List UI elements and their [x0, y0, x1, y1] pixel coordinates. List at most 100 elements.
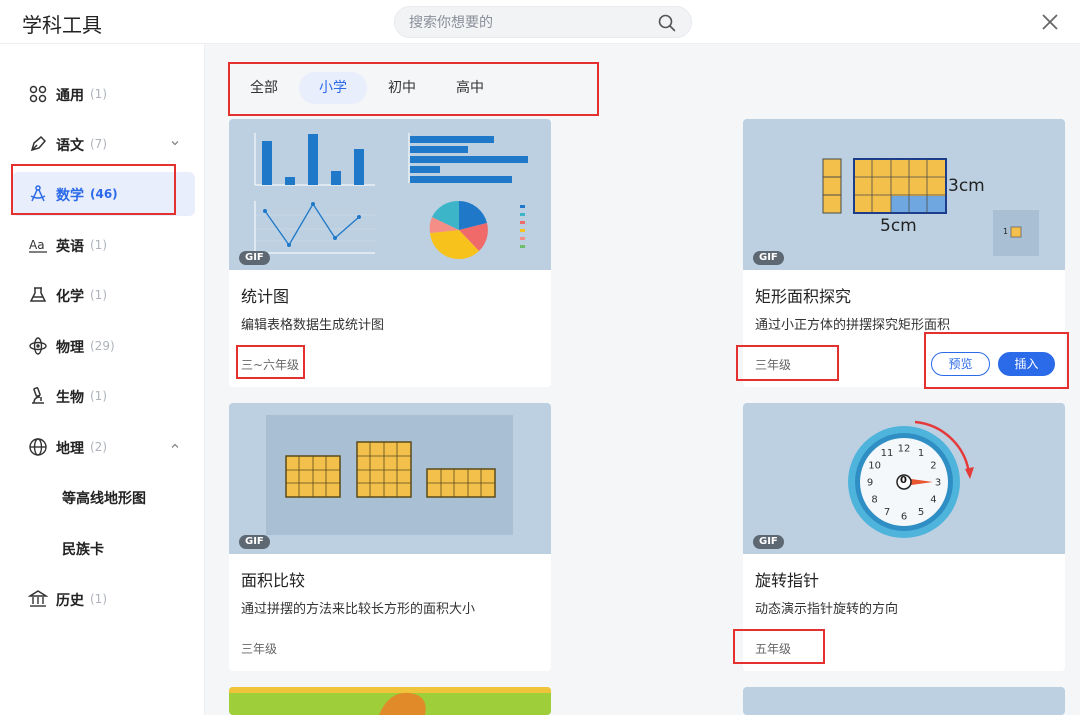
sidebar-item-label: 物理	[56, 340, 84, 356]
pen-icon	[30, 135, 47, 152]
card-description: 动态演示指针旋转的方向	[755, 602, 899, 617]
clock-numeral: 11	[881, 448, 894, 459]
clock-numeral: 8	[871, 495, 877, 506]
app-title: 学科工具	[22, 13, 102, 37]
tab-primary[interactable]: 小学	[299, 72, 367, 104]
rectangle-area-thumbnail	[822, 158, 1039, 256]
clock-numeral: 3	[935, 478, 941, 489]
card-title: 统计图	[241, 287, 290, 306]
grade-tabs: 全部 小学 初中 高中	[228, 62, 599, 116]
height-label: 3cm	[948, 176, 985, 196]
card-description: 通过小正方体的拼摆探究矩形面积	[755, 318, 951, 333]
sidebar-item-label: 英语	[56, 239, 84, 255]
sidebar-item-count: (29)	[90, 339, 115, 353]
sidebar-item-count: (1)	[90, 288, 107, 302]
top-bar: 学科工具	[0, 0, 1080, 44]
sidebar-item-general[interactable]: 通用 (1)	[12, 72, 195, 116]
highlight-box	[11, 164, 176, 215]
museum-icon	[28, 590, 48, 607]
card-thumbnail: 12 1 2 3 4 5 6 7 8 9 10 11 0 GIF	[743, 403, 1065, 554]
sidebar-item-count: (2)	[90, 440, 107, 454]
globe-icon	[29, 438, 47, 456]
clock-numeral: 4	[930, 495, 936, 506]
card-thumbnail: 3cm 5cm 1 GIF	[743, 119, 1065, 270]
sidebar-item-count: (1)	[90, 389, 107, 403]
subject-sidebar: 通用 (1) 语文 (7) 数学 (46) Aa 英语 (1) 化学 (1) 物…	[0, 44, 205, 715]
sidebar-item-count: (1)	[90, 238, 107, 252]
clock-numeral: 7	[884, 507, 890, 518]
sidebar-item-english[interactable]: Aa 英语 (1)	[12, 223, 195, 267]
clock-numeral: 1	[918, 448, 924, 459]
sidebar-subitem-ethnic-card[interactable]: 民族卡	[12, 526, 195, 570]
sidebar-subitem-label: 民族卡	[62, 542, 104, 558]
sidebar-item-history[interactable]: 历史 (1)	[12, 577, 195, 621]
highlight-box	[236, 345, 305, 379]
tab-senior[interactable]: 高中	[444, 72, 496, 104]
highlight-box	[924, 332, 1069, 389]
line-chart-thumb	[254, 201, 375, 254]
gif-badge: GIF	[753, 535, 784, 549]
search-input[interactable]	[409, 13, 649, 33]
clock-numeral: 5	[918, 507, 924, 518]
sidebar-item-chemistry[interactable]: 化学 (1)	[12, 273, 195, 317]
sidebar-item-biology[interactable]: 生物 (1)	[12, 374, 195, 418]
sidebar-item-label: 地理	[56, 441, 84, 457]
sidebar-item-label: 历史	[56, 593, 84, 609]
tool-card-partial[interactable]	[229, 687, 551, 715]
pie-chart-thumb	[429, 200, 525, 260]
sidebar-item-geography[interactable]: 地理 (2)	[12, 425, 195, 469]
search-icon[interactable]	[657, 13, 677, 33]
chevron-up-icon[interactable]	[169, 440, 181, 452]
atom-icon	[29, 337, 47, 355]
card-title: 矩形面积探究	[755, 287, 852, 306]
card-description: 编辑表格数据生成统计图	[241, 318, 385, 333]
clock-numeral: 2	[930, 461, 936, 472]
clock-center-label: 0	[900, 475, 907, 486]
card-title: 面积比较	[241, 571, 306, 590]
svg-text:Aa: Aa	[29, 238, 45, 252]
width-label: 5cm	[880, 216, 917, 236]
sidebar-item-chinese[interactable]: 语文 (7)	[12, 122, 195, 166]
clock-numeral: 10	[868, 461, 881, 472]
bar-chart-thumb	[254, 133, 375, 186]
tool-card-partial[interactable]	[743, 687, 1065, 715]
tab-junior[interactable]: 初中	[376, 72, 428, 104]
area-compare-thumbnail	[266, 415, 513, 535]
sidebar-item-label: 语文	[56, 138, 84, 154]
clock-numeral: 12	[898, 444, 911, 455]
unit-label: 1	[1003, 227, 1009, 236]
sidebar-subitem-label: 等高线地形图	[62, 491, 146, 507]
card-title: 旋转指针	[755, 571, 820, 590]
highlight-box	[733, 629, 825, 664]
sidebar-subitem-contour-map[interactable]: 等高线地形图	[12, 475, 195, 519]
sidebar-item-label: 化学	[56, 289, 84, 305]
close-icon[interactable]	[1038, 10, 1062, 34]
microscope-icon	[32, 387, 44, 404]
clock-numeral: 9	[867, 478, 873, 489]
card-description: 通过拼摆的方法来比较长方形的面积大小	[241, 602, 476, 617]
flask-icon	[29, 287, 47, 302]
gif-badge: GIF	[239, 251, 270, 265]
sidebar-item-physics[interactable]: 物理 (29)	[12, 324, 195, 368]
sidebar-item-count: (1)	[90, 87, 107, 101]
card-thumbnail: GIF	[229, 403, 551, 554]
clock-numeral: 6	[901, 512, 907, 523]
sidebar-item-label: 通用	[56, 88, 84, 104]
tab-all[interactable]: 全部	[238, 72, 290, 104]
tool-card-area-compare[interactable]: GIF 面积比较 通过拼摆的方法来比较长方形的面积大小 三年级	[229, 403, 551, 671]
grid-icon	[29, 85, 47, 103]
sidebar-item-count: (7)	[90, 137, 107, 151]
chevron-down-icon[interactable]	[169, 137, 181, 149]
partial-thumbnail	[743, 687, 1065, 715]
card-grade: 三年级	[241, 642, 278, 656]
highlight-box	[736, 345, 839, 381]
hbar-chart-thumb	[408, 133, 528, 183]
card-thumbnail: GIF	[229, 119, 551, 270]
aa-icon: Aa	[29, 238, 47, 253]
sidebar-item-label: 生物	[56, 390, 84, 406]
partial-thumbnail	[229, 687, 551, 715]
statistics-thumbnail	[254, 133, 528, 260]
gif-badge: GIF	[753, 251, 784, 265]
gif-badge: GIF	[239, 535, 270, 549]
search-box[interactable]	[394, 6, 692, 38]
